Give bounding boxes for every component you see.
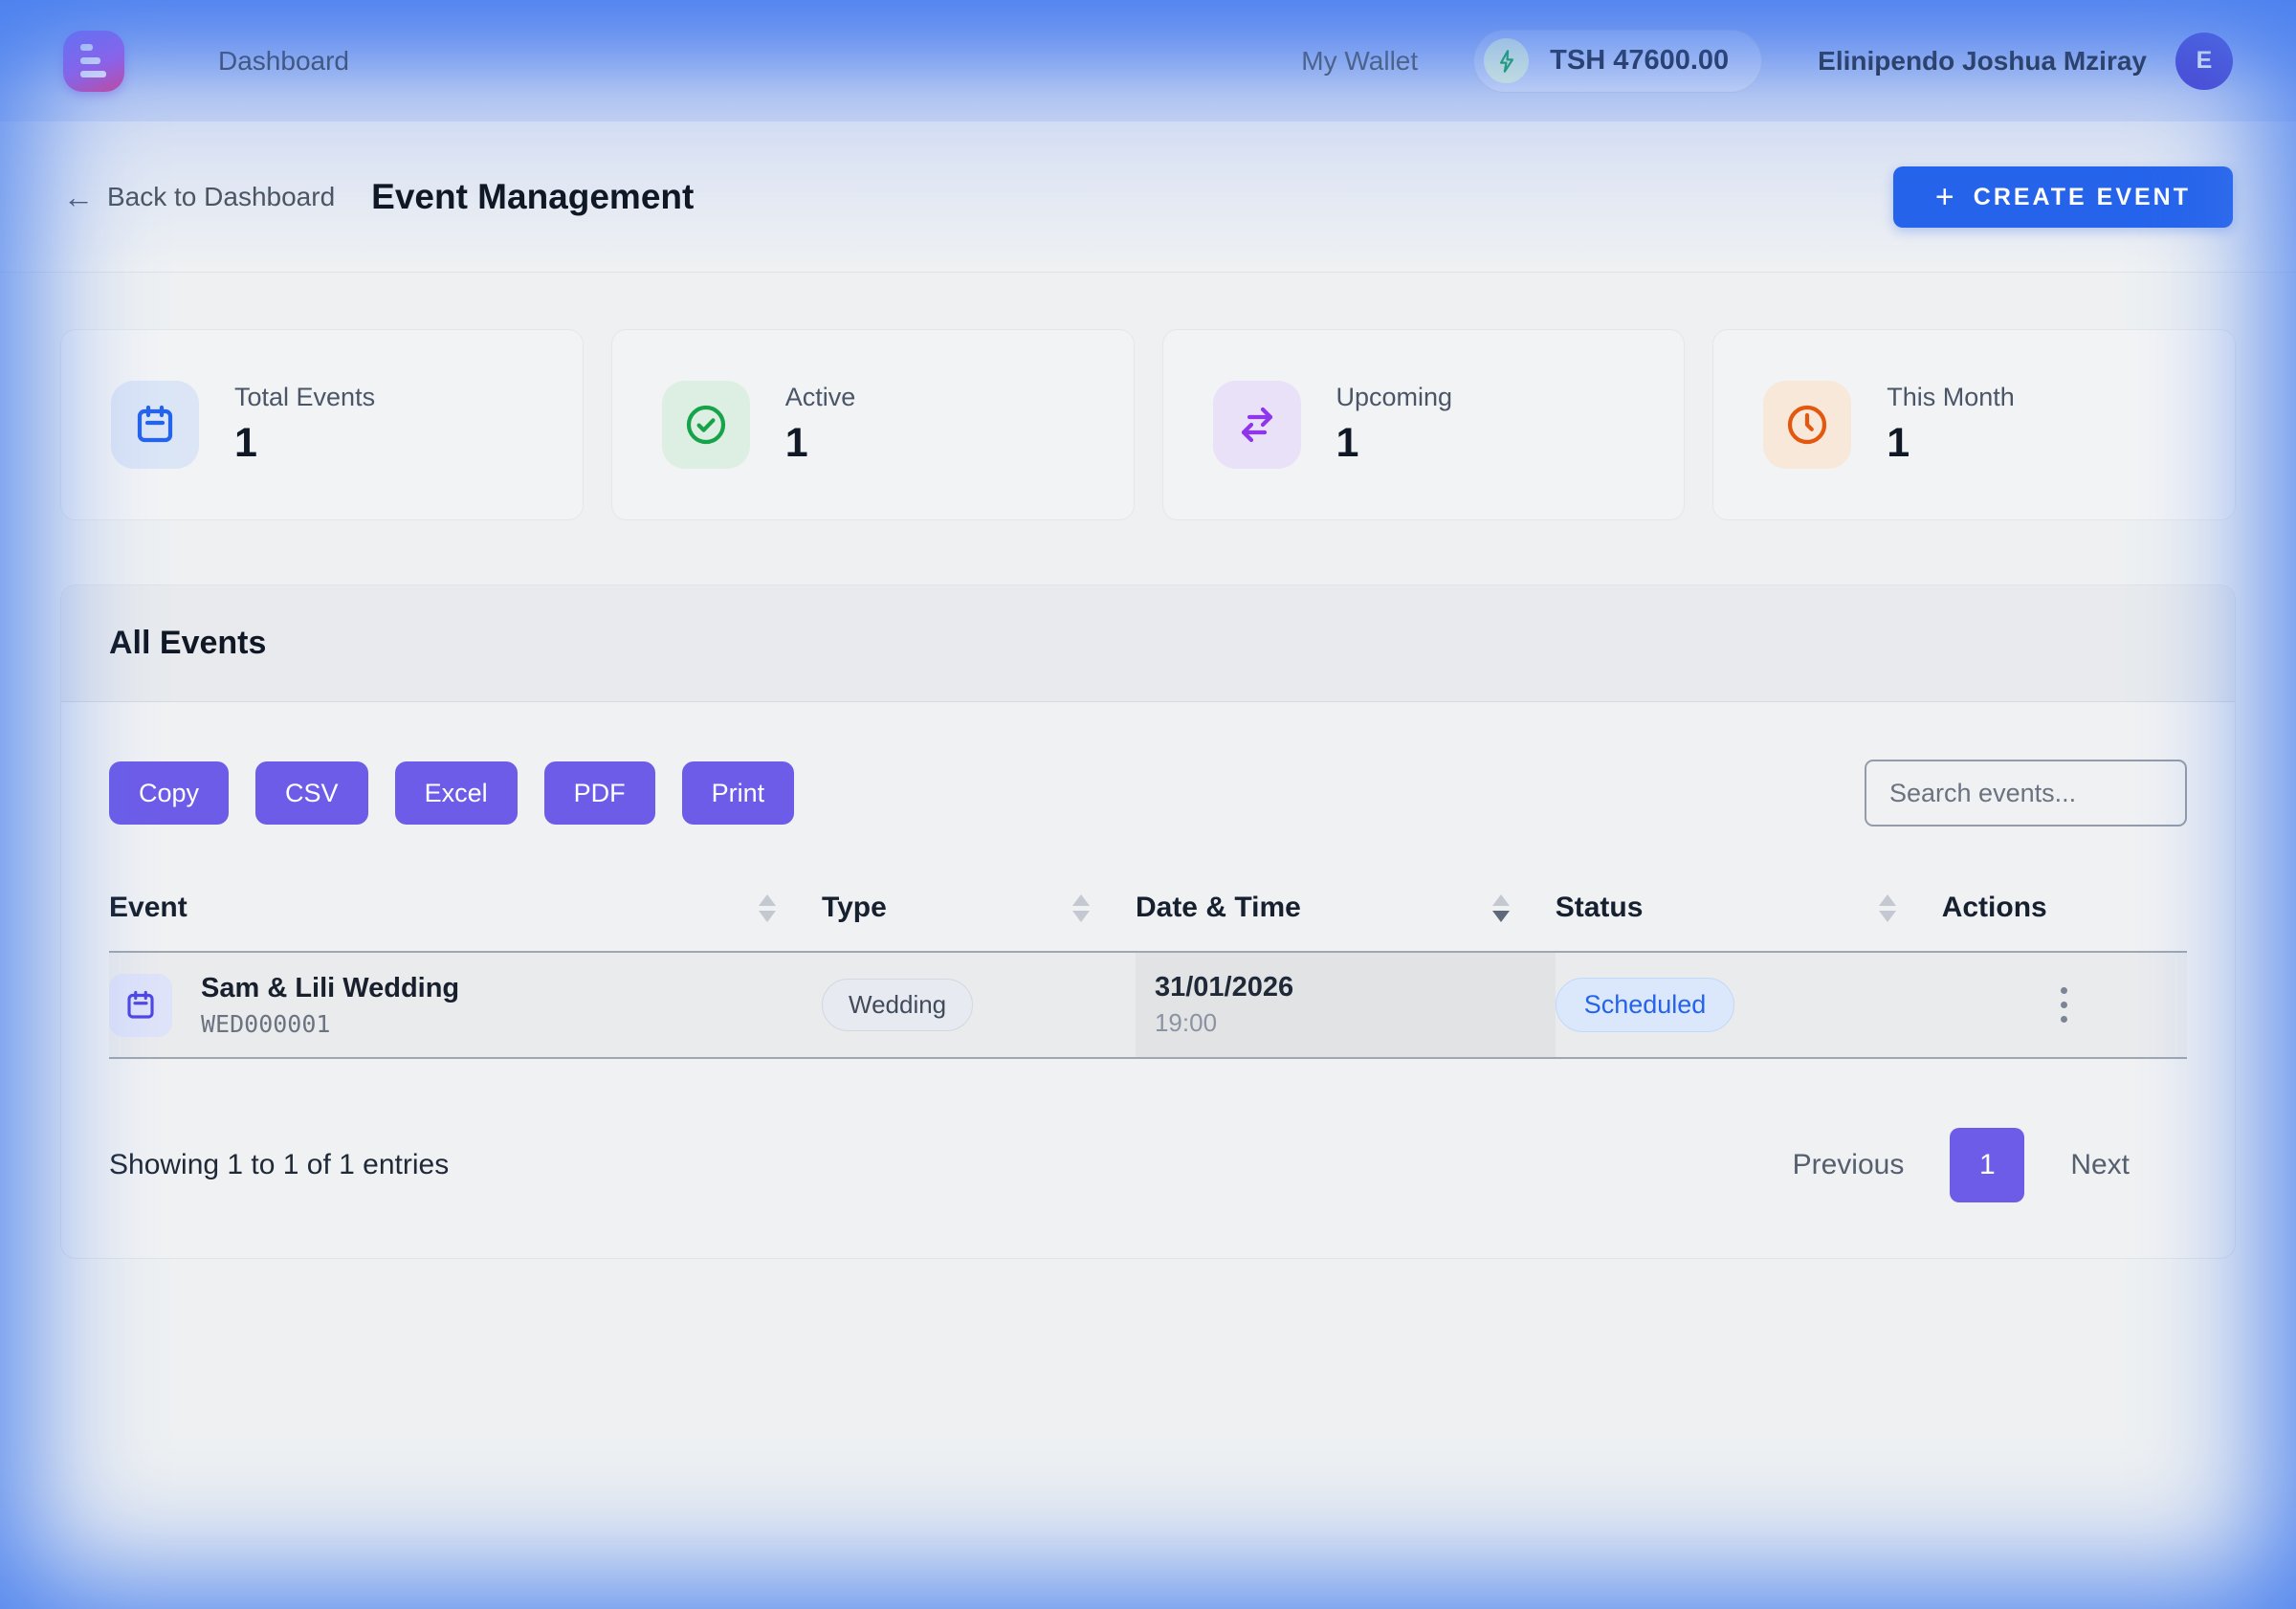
create-event-button[interactable]: + CREATE EVENT xyxy=(1893,166,2233,228)
event-management-page: Dashboard My Wallet TSH 47600.00 Elinipe… xyxy=(0,0,2296,1609)
stat-card-active: Active 1 xyxy=(611,329,1135,520)
transfer-arrows-icon xyxy=(1213,381,1301,469)
status-badge: Scheduled xyxy=(1556,978,1735,1032)
panel-title: All Events xyxy=(109,625,266,662)
stat-card-total-events: Total Events 1 xyxy=(60,329,584,520)
stats-row: Total Events 1 Active 1 xyxy=(60,329,2236,520)
appbar-title: Dashboard xyxy=(218,46,349,77)
calendar-icon xyxy=(111,381,199,469)
column-header-date-time[interactable]: Date & Time xyxy=(1136,869,1556,952)
stat-card-this-month: This Month 1 xyxy=(1712,329,2236,520)
page-title: Event Management xyxy=(371,177,694,217)
page-header: ← Back to Dashboard Event Management + C… xyxy=(0,122,2296,273)
lightning-bolt-icon xyxy=(1484,38,1529,83)
check-circle-icon xyxy=(662,381,750,469)
back-arrow-icon: ← xyxy=(63,182,94,212)
my-wallet-link[interactable]: My Wallet xyxy=(1301,46,1418,77)
row-actions-menu-icon[interactable] xyxy=(2036,987,2093,1023)
wallet-balance-pill[interactable]: TSH 47600.00 xyxy=(1473,30,1762,93)
sort-icon[interactable] xyxy=(1072,894,1090,922)
event-calendar-icon xyxy=(109,974,172,1037)
stat-value: 1 xyxy=(234,420,375,467)
app-logo-icon[interactable] xyxy=(63,31,124,92)
stat-value: 1 xyxy=(1887,420,2015,467)
clock-icon xyxy=(1763,381,1851,469)
stat-value: 1 xyxy=(785,420,856,467)
copy-button[interactable]: Copy xyxy=(109,761,229,825)
pdf-button[interactable]: PDF xyxy=(544,761,655,825)
sort-icon[interactable] xyxy=(759,894,776,922)
event-time: 19:00 xyxy=(1155,1008,1556,1038)
table-row[interactable]: Sam & Lili Wedding WED000001 Wedding 31/… xyxy=(109,952,2187,1058)
stat-label: Total Events xyxy=(234,383,375,412)
avatar[interactable]: E xyxy=(2175,33,2233,90)
events-table: Event Type Date & Time xyxy=(109,869,2187,1059)
back-link-label: Back to Dashboard xyxy=(107,182,335,212)
panel-header: All Events xyxy=(61,585,2235,702)
stat-label: Active xyxy=(785,383,856,412)
pagination: Previous 1 Next xyxy=(1793,1128,2130,1202)
sort-icon[interactable] xyxy=(1879,894,1896,922)
create-event-label: CREATE EVENT xyxy=(1974,184,2191,211)
stat-card-upcoming: Upcoming 1 xyxy=(1162,329,1686,520)
previous-page-button[interactable]: Previous xyxy=(1793,1149,1905,1181)
csv-button[interactable]: CSV xyxy=(255,761,368,825)
event-date: 31/01/2026 xyxy=(1155,972,1556,1003)
stat-label: This Month xyxy=(1887,383,2015,412)
search-input[interactable] xyxy=(1865,760,2187,827)
table-footer: Showing 1 to 1 of 1 entries Previous 1 N… xyxy=(109,1128,2187,1202)
excel-button[interactable]: Excel xyxy=(395,761,518,825)
current-page-button[interactable]: 1 xyxy=(1950,1128,2024,1202)
back-to-dashboard-link[interactable]: ← Back to Dashboard xyxy=(63,182,335,212)
event-code: WED000001 xyxy=(201,1010,459,1038)
wallet-balance: TSH 47600.00 xyxy=(1550,45,1729,77)
entries-summary: Showing 1 to 1 of 1 entries xyxy=(109,1149,449,1181)
all-events-panel: All Events Copy CSV Excel PDF Print Even… xyxy=(60,584,2236,1259)
column-header-type[interactable]: Type xyxy=(822,869,1136,952)
stat-label: Upcoming xyxy=(1336,383,1453,412)
sort-icon-descending[interactable] xyxy=(1492,894,1510,922)
column-header-event[interactable]: Event xyxy=(109,869,822,952)
print-button[interactable]: Print xyxy=(682,761,795,825)
stat-value: 1 xyxy=(1336,420,1453,467)
user-name: Elinipendo Joshua Mziray xyxy=(1818,46,2147,77)
next-page-button[interactable]: Next xyxy=(2070,1149,2130,1181)
column-header-actions: Actions xyxy=(1942,869,2187,952)
app-bar: Dashboard My Wallet TSH 47600.00 Elinipe… xyxy=(0,0,2296,122)
column-header-status[interactable]: Status xyxy=(1556,869,1942,952)
event-name: Sam & Lili Wedding xyxy=(201,973,459,1004)
event-type-badge: Wedding xyxy=(822,979,973,1031)
table-toolbar: Copy CSV Excel PDF Print xyxy=(109,760,2187,827)
plus-icon: + xyxy=(1935,179,1954,216)
